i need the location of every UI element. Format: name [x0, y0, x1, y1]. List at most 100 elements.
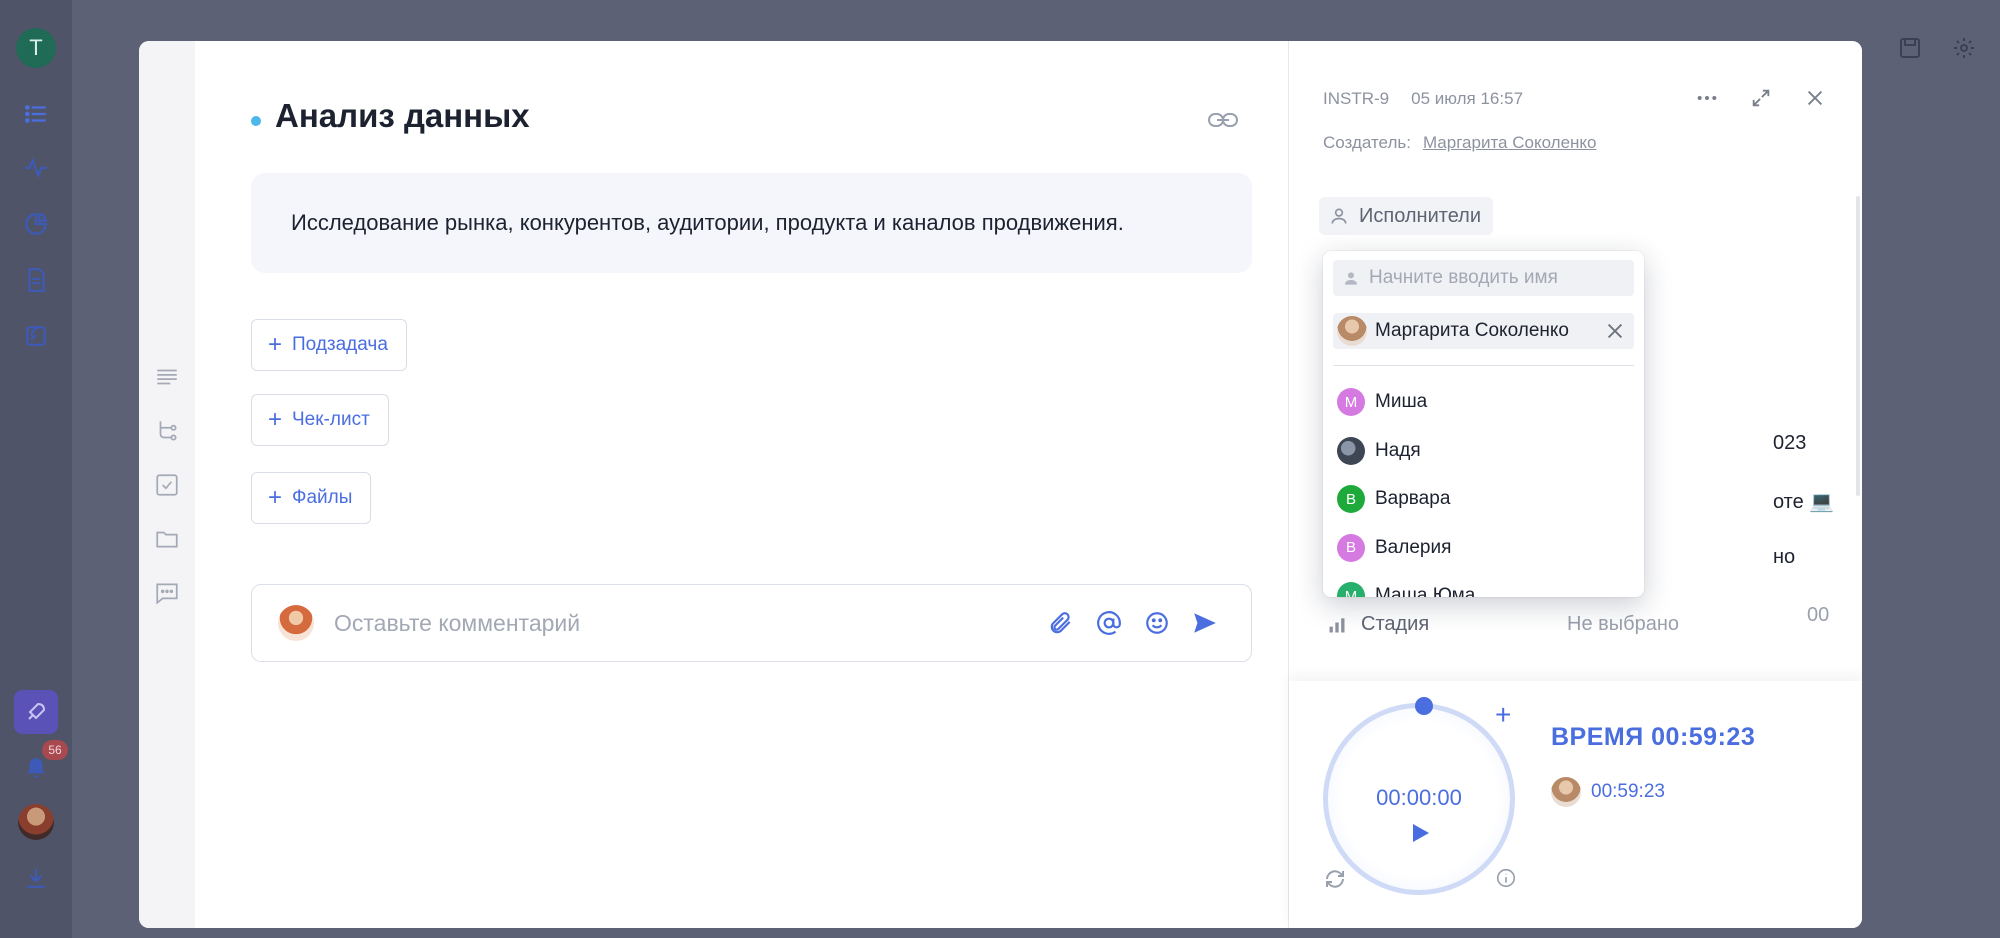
panel-scrollbar[interactable] [1856, 196, 1860, 496]
assignee-option[interactable]: М Маша Юма [1337, 572, 1634, 597]
user-time[interactable]: 00:59:23 [1591, 781, 1665, 803]
task-created-date: 05 июля 16:57 [1411, 89, 1524, 108]
task-title-row: Анализ данных [251, 97, 530, 135]
task-id: INSTR-9 [1323, 89, 1390, 108]
assignee-option[interactable]: В Валерия [1337, 524, 1634, 573]
folder-icon[interactable] [153, 523, 181, 555]
modal-actions [1694, 85, 1828, 111]
remove-assignee-icon[interactable] [1604, 320, 1626, 342]
option-avatar: М [1337, 582, 1365, 597]
stage-field[interactable]: Стадия [1327, 613, 1429, 636]
pie-chart-icon[interactable] [20, 208, 52, 240]
timer-knob[interactable] [1415, 697, 1433, 715]
plus-icon: + [268, 484, 283, 511]
option-name: Миша [1375, 391, 1428, 413]
option-name: Маша Юма [1375, 585, 1476, 597]
add-checklist-button[interactable]: + Чек-лист [251, 394, 389, 446]
comment-box [251, 584, 1252, 662]
task-title[interactable]: Анализ данных [275, 97, 530, 135]
checklist-icon[interactable] [153, 469, 181, 501]
document-icon[interactable] [20, 264, 52, 296]
partial-status-value: оте 💻 [1773, 491, 1835, 513]
creator-row: Создатель: Маргарита Соколенко [1323, 133, 1597, 153]
play-icon[interactable] [1408, 821, 1432, 845]
assignee-option[interactable]: Надя [1337, 427, 1634, 476]
rocket-icon[interactable] [14, 690, 58, 734]
list-icon[interactable] [20, 98, 52, 130]
creator-link[interactable]: Маргарита Соколенко [1423, 133, 1597, 153]
user-avatar[interactable] [18, 804, 54, 840]
close-icon[interactable] [1802, 85, 1828, 111]
assignees-label: Исполнители [1359, 204, 1482, 227]
partial-field-value: но [1773, 546, 1796, 568]
reset-icon[interactable] [1323, 867, 1347, 891]
user-avatar [1551, 777, 1581, 807]
task-meta: INSTR-9 05 июля 16:57 [1323, 89, 1523, 109]
partial-date-value: 023 [1773, 432, 1807, 454]
timer-display: 00:00:00 [1376, 785, 1462, 810]
add-time-button[interactable]: + [1495, 699, 1511, 731]
option-avatar: В [1337, 533, 1365, 562]
option-name: Надя [1375, 439, 1421, 461]
description-icon[interactable] [153, 361, 181, 393]
assignee-search [1333, 260, 1634, 296]
add-subtask-button[interactable]: + Подзадача [251, 319, 407, 371]
person-icon [1331, 208, 1347, 224]
commenter-avatar [278, 605, 314, 641]
add-checklist-label: Чек-лист [292, 409, 370, 430]
selected-assignee-avatar [1337, 316, 1367, 346]
option-avatar: М [1337, 388, 1365, 417]
option-name: Валерия [1375, 536, 1452, 558]
assignee-option[interactable]: В Варвара [1337, 475, 1634, 524]
modal-tools-gutter [139, 41, 195, 928]
plus-icon: + [268, 406, 283, 433]
selected-assignee-name: Маргарита Соколенко [1375, 320, 1569, 341]
attach-icon[interactable] [1045, 607, 1077, 639]
download-icon[interactable] [20, 862, 52, 894]
stage-bars-icon [1329, 617, 1345, 632]
option-avatar [1337, 436, 1365, 465]
mention-icon[interactable] [1093, 607, 1125, 639]
app-sidebar: T 56 [0, 0, 72, 938]
subtask-icon[interactable] [153, 415, 181, 447]
add-files-label: Файлы [292, 487, 353, 508]
add-subtask-label: Подзадача [292, 334, 388, 355]
stage-label: Стадия [1361, 613, 1430, 635]
person-icon [1345, 272, 1357, 285]
assignee-dropdown: Маргарита Соколенко М Миша Надя В Варвар… [1323, 251, 1644, 597]
background-toolbar [1898, 36, 1976, 60]
assignees-field[interactable]: Исполнители [1319, 197, 1494, 235]
dropdown-divider [1333, 365, 1634, 366]
plus-icon: + [268, 331, 283, 358]
feed-icon[interactable] [20, 320, 52, 352]
comment-input[interactable] [334, 609, 1014, 637]
task-main: Анализ данных Исследование рынка, конкур… [195, 41, 1288, 928]
settings-icon[interactable] [1952, 36, 1976, 60]
workspace-avatar[interactable]: T [16, 28, 56, 68]
description-text: Исследование рынка, конкурентов, аудитор… [291, 210, 1124, 235]
send-icon[interactable] [1189, 607, 1221, 639]
more-icon[interactable] [1694, 85, 1720, 111]
assignee-search-input[interactable] [1369, 267, 1619, 289]
add-files-button[interactable]: + Файлы [251, 472, 372, 524]
info-icon[interactable] [1495, 867, 1517, 889]
emoji-icon[interactable] [1141, 607, 1173, 639]
assignee-option[interactable]: М Миша [1337, 378, 1634, 427]
selected-assignee: Маргарита Соколенко [1333, 313, 1634, 349]
timer-section: + 00:00:00 ВРЕМЯ 00:59:23 00:59:23 [1289, 681, 1862, 928]
task-description[interactable]: Исследование рынка, конкурентов, аудитор… [251, 173, 1252, 273]
activity-icon[interactable] [20, 152, 52, 184]
partial-time-value: 00 [1807, 604, 1830, 626]
expand-icon[interactable] [1748, 85, 1774, 111]
link-icon[interactable] [1206, 105, 1240, 135]
stage-value[interactable]: Не выбрано [1567, 613, 1679, 636]
comment-icon[interactable] [153, 577, 181, 609]
user-time-row: 00:59:23 [1551, 777, 1665, 807]
status-dot [251, 116, 261, 126]
save-icon[interactable] [1898, 36, 1922, 60]
notification-badge: 56 [42, 740, 68, 760]
option-avatar: В [1337, 485, 1365, 514]
creator-label: Создатель: [1323, 133, 1411, 152]
option-name: Варвара [1375, 488, 1451, 510]
assignee-options: М Миша Надя В Варвара В Валерия М Маша Ю… [1337, 378, 1634, 597]
